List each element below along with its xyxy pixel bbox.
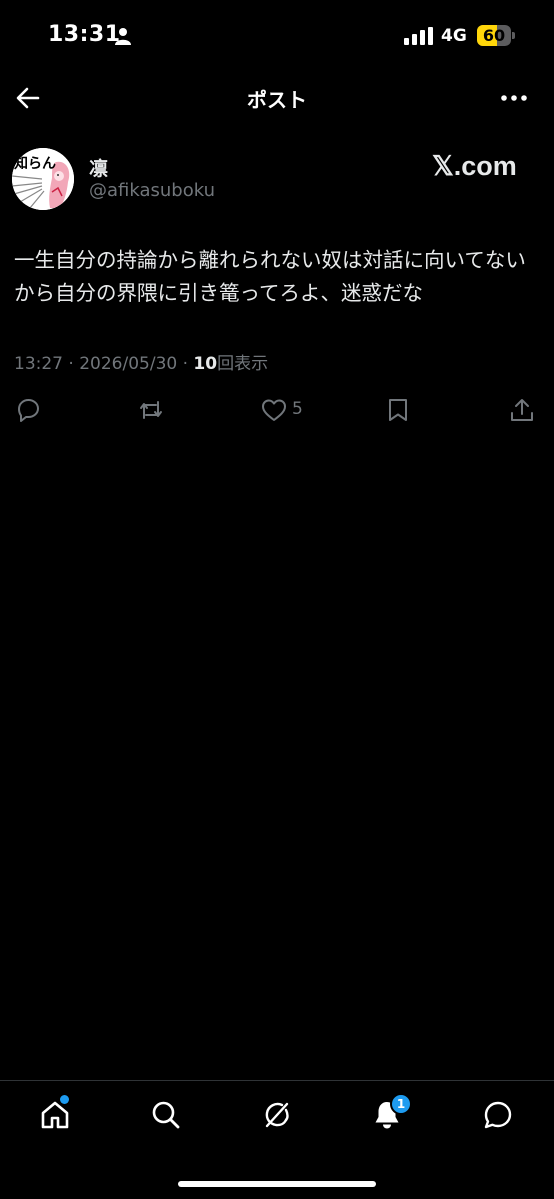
author-handle[interactable]: @afikasuboku bbox=[89, 180, 215, 201]
repost-button[interactable] bbox=[137, 396, 165, 424]
avatar[interactable]: 知らん bbox=[12, 148, 74, 210]
page-title: ポスト bbox=[247, 88, 307, 112]
share-icon bbox=[511, 399, 533, 421]
like-button[interactable]: 5 bbox=[260, 396, 330, 424]
tab-notifications[interactable]: 1 bbox=[370, 1093, 412, 1132]
like-count: 5 bbox=[292, 399, 303, 419]
home-unread-dot bbox=[60, 1095, 69, 1104]
tab-bar-divider bbox=[0, 1080, 554, 1081]
search-icon bbox=[152, 1101, 180, 1129]
reply-icon bbox=[18, 399, 39, 422]
bookmark-icon bbox=[389, 399, 407, 421]
cellular-signal-icon bbox=[404, 27, 433, 45]
person-icon bbox=[115, 28, 131, 45]
tab-messages[interactable] bbox=[481, 1098, 515, 1132]
battery-icon: 60 bbox=[477, 25, 515, 46]
avatar-text: 知らん bbox=[14, 155, 56, 172]
tab-search[interactable] bbox=[149, 1098, 183, 1132]
x-brand-logo: 𝕏.com bbox=[432, 151, 517, 181]
home-indicator bbox=[178, 1181, 376, 1187]
status-time: 13:31 bbox=[48, 22, 121, 47]
reply-button[interactable] bbox=[14, 396, 42, 424]
meta-separator: · bbox=[68, 354, 74, 374]
share-button[interactable] bbox=[508, 396, 536, 424]
tab-grok[interactable] bbox=[260, 1098, 294, 1132]
network-type: 4G bbox=[441, 26, 467, 46]
status-bar: 13:31 4G 60 bbox=[0, 0, 554, 74]
meta-separator: · bbox=[182, 354, 189, 374]
tab-home[interactable] bbox=[38, 1095, 72, 1132]
views-label: 回表示 bbox=[217, 354, 269, 374]
post-time: 13:27 bbox=[14, 354, 63, 374]
notification-badge: 1 bbox=[390, 1093, 412, 1115]
author-name[interactable]: 凛 bbox=[89, 154, 108, 181]
repost-icon bbox=[140, 401, 162, 419]
post-text: 一生自分の持論から離れられない奴は対話に向いてないから自分の界隈に引き篭ってろよ… bbox=[14, 248, 526, 305]
views-count: 10 bbox=[193, 354, 218, 374]
battery-percent: 60 bbox=[482, 26, 506, 45]
post-meta: 13:27 · 2026/05/30 · 10回表示 bbox=[14, 349, 268, 374]
avatar-image: 知らん bbox=[12, 148, 74, 210]
messages-icon bbox=[484, 1101, 512, 1129]
post-header: ポスト bbox=[0, 74, 554, 122]
post-date: 2026/05/30 bbox=[79, 354, 178, 374]
grok-icon bbox=[265, 1102, 289, 1128]
bookmark-button[interactable] bbox=[384, 396, 412, 424]
more-options-icon[interactable] bbox=[500, 86, 528, 110]
like-icon bbox=[262, 399, 286, 421]
